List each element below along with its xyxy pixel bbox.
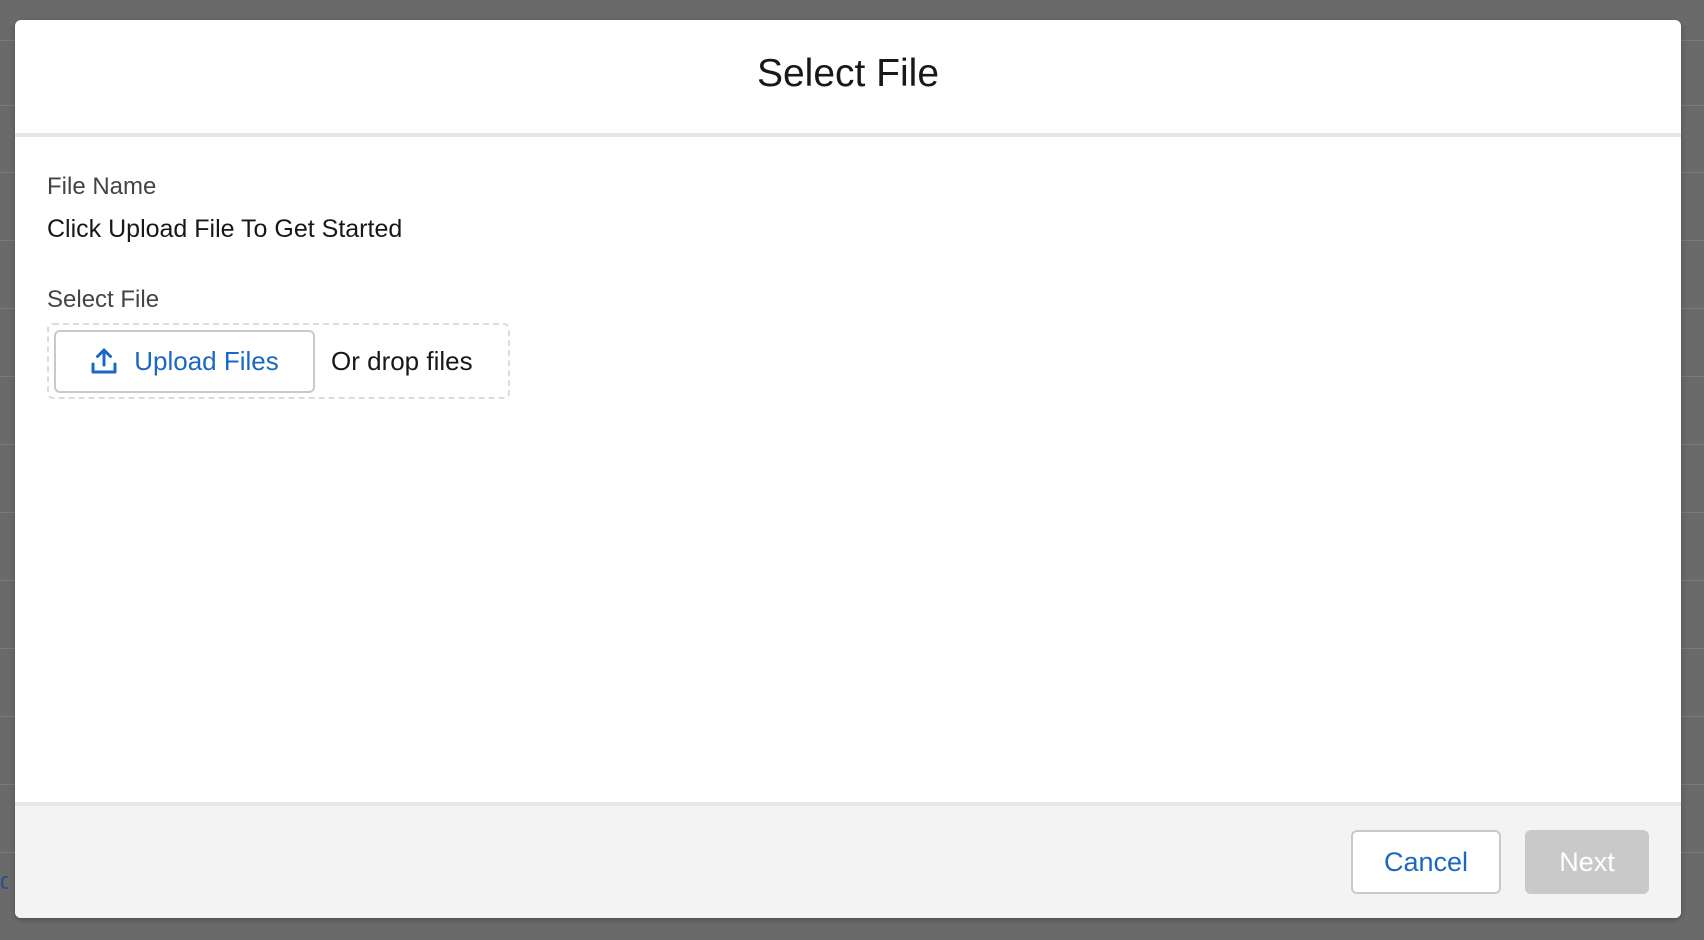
next-button[interactable]: Next [1525,830,1649,894]
upload-files-label: Upload Files [134,345,279,376]
file-name-label: File Name [47,173,157,200]
modal-title: Select File [756,51,940,95]
drop-files-text: Or drop files [331,345,473,376]
cancel-button[interactable]: Cancel [1351,830,1501,894]
modal-header: Select File [15,20,1681,137]
modal-body: File Name Click Upload File To Get Start… [15,137,1681,802]
file-dropzone[interactable]: Upload Files Or drop files [47,323,510,399]
upload-icon [90,347,118,375]
modal-footer: Cancel Next [15,802,1681,918]
backdrop-edge-link: d [0,868,8,895]
select-file-label: Select File [47,286,160,313]
file-name-value: Click Upload File To Get Started [47,215,403,243]
upload-files-button[interactable]: Upload Files [54,329,315,393]
select-file-modal: Select File File Name Click Upload File … [15,20,1681,918]
